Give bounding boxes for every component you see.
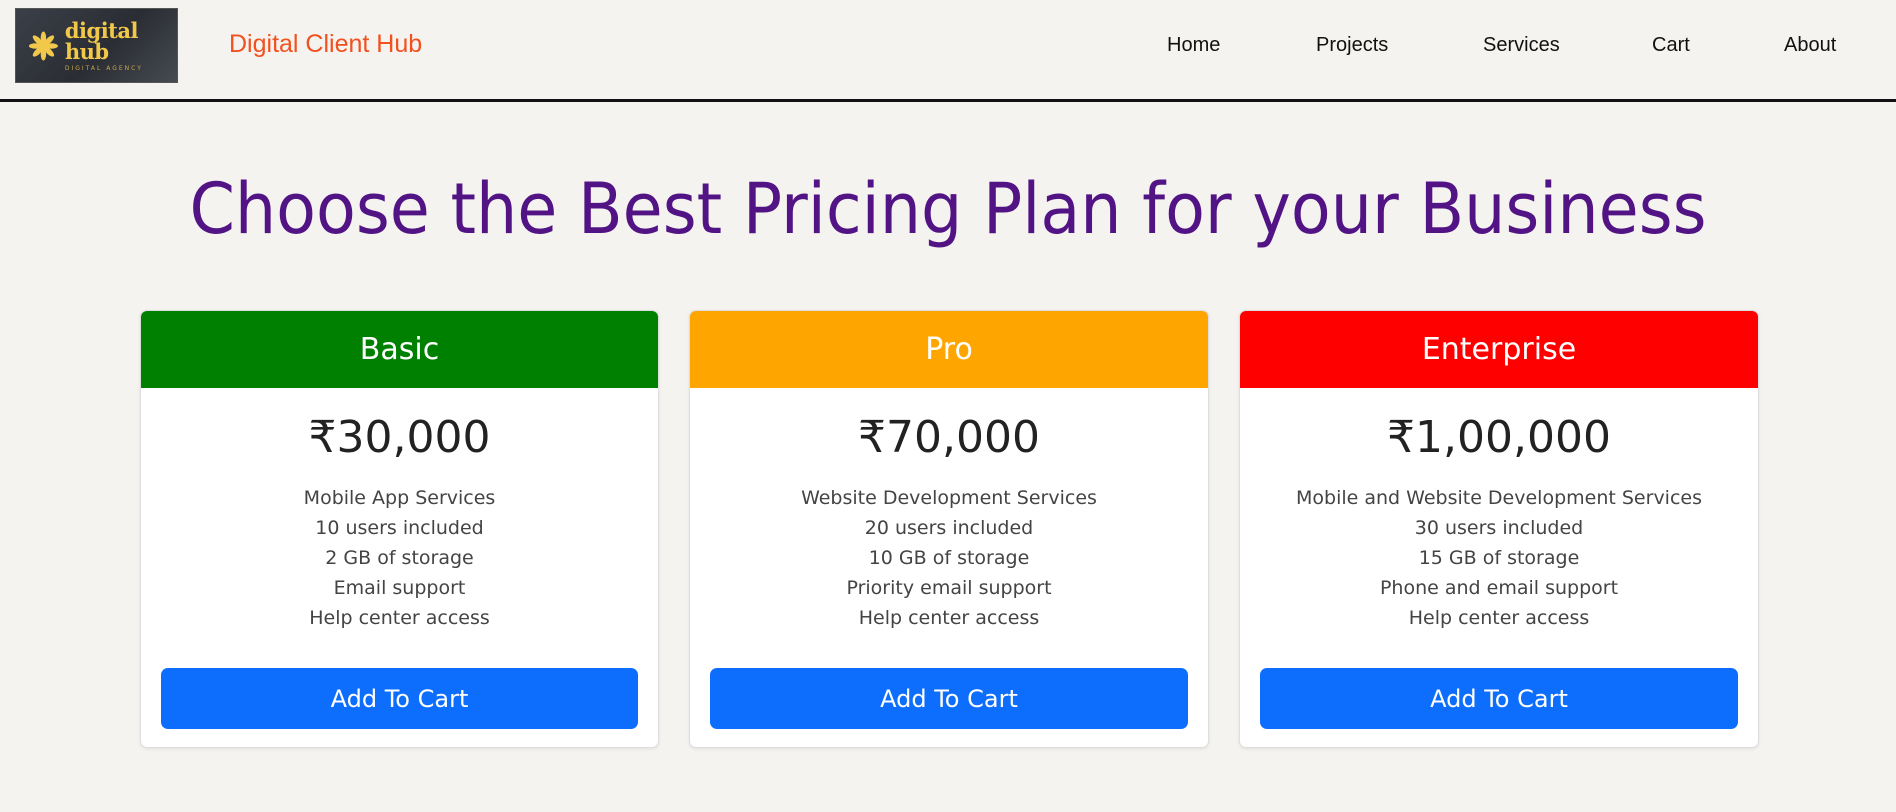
add-to-cart-button-basic[interactable]: Add To Cart [161,668,638,729]
plan-price: ₹30,000 [308,412,491,463]
plan-price: ₹70,000 [858,412,1040,463]
nav-services[interactable]: Services [1483,34,1560,57]
plan-card-enterprise: Enterprise ₹1,00,000 Mobile and Website … [1239,310,1759,748]
feature-item: Email support [333,577,466,599]
add-to-cart-button-enterprise[interactable]: Add To Cart [1260,668,1738,729]
feature-item: Website Development Services [801,487,1097,509]
feature-item: 15 GB of storage [1418,547,1580,569]
add-to-cart-button-pro[interactable]: Add To Cart [710,668,1188,729]
plan-name: Enterprise [1421,332,1577,367]
plan-header-enterprise: Enterprise [1240,311,1758,388]
feature-item: 10 users included [315,517,484,539]
flower-icon [28,30,58,61]
feature-item: Help center access [309,607,490,629]
feature-item: 20 users included [864,517,1034,539]
plan-header-basic: Basic [141,311,658,388]
logo-text: digital hub [64,17,139,64]
feature-item: Help center access [858,607,1040,629]
plan-features: Mobile and Website Development Services … [1240,483,1758,633]
feature-item: 2 GB of storage [325,547,474,569]
logo-subtext: DIGITAL AGENCY [64,64,143,72]
feature-item: Help center access [1408,607,1590,629]
plan-features: Website Development Services 20 users in… [690,483,1208,633]
navbar: digital hub DIGITAL AGENCY Digital Clien… [0,0,1896,102]
plan-card-pro: Pro ₹70,000 Website Development Services… [689,310,1209,748]
feature-item: 10 GB of storage [868,547,1030,569]
feature-item: Phone and email support [1379,577,1619,599]
logo-text-group: digital hub DIGITAL AGENCY [65,20,177,72]
plan-price: ₹1,00,000 [1387,412,1611,463]
brand-link[interactable]: Digital Client Hub [229,30,422,59]
feature-item: Mobile and Website Development Services [1296,487,1702,509]
plan-name: Pro [925,332,973,367]
page-title: Choose the Best Pricing Plan for your Bu… [189,168,1707,250]
nav-projects[interactable]: Projects [1316,34,1388,57]
plan-card-basic: Basic ₹30,000 Mobile App Services 10 use… [140,310,659,748]
feature-item: Priority email support [846,577,1052,599]
plan-features: Mobile App Services 10 users included 2 … [141,483,658,633]
logo[interactable]: digital hub DIGITAL AGENCY [15,8,178,83]
plan-header-pro: Pro [690,311,1208,388]
plan-name: Basic [359,332,440,367]
nav-home[interactable]: Home [1167,34,1220,57]
nav-cart[interactable]: Cart [1652,34,1690,57]
nav-about[interactable]: About [1784,34,1836,57]
feature-item: 30 users included [1414,517,1584,539]
feature-item: Mobile App Services [303,487,496,509]
